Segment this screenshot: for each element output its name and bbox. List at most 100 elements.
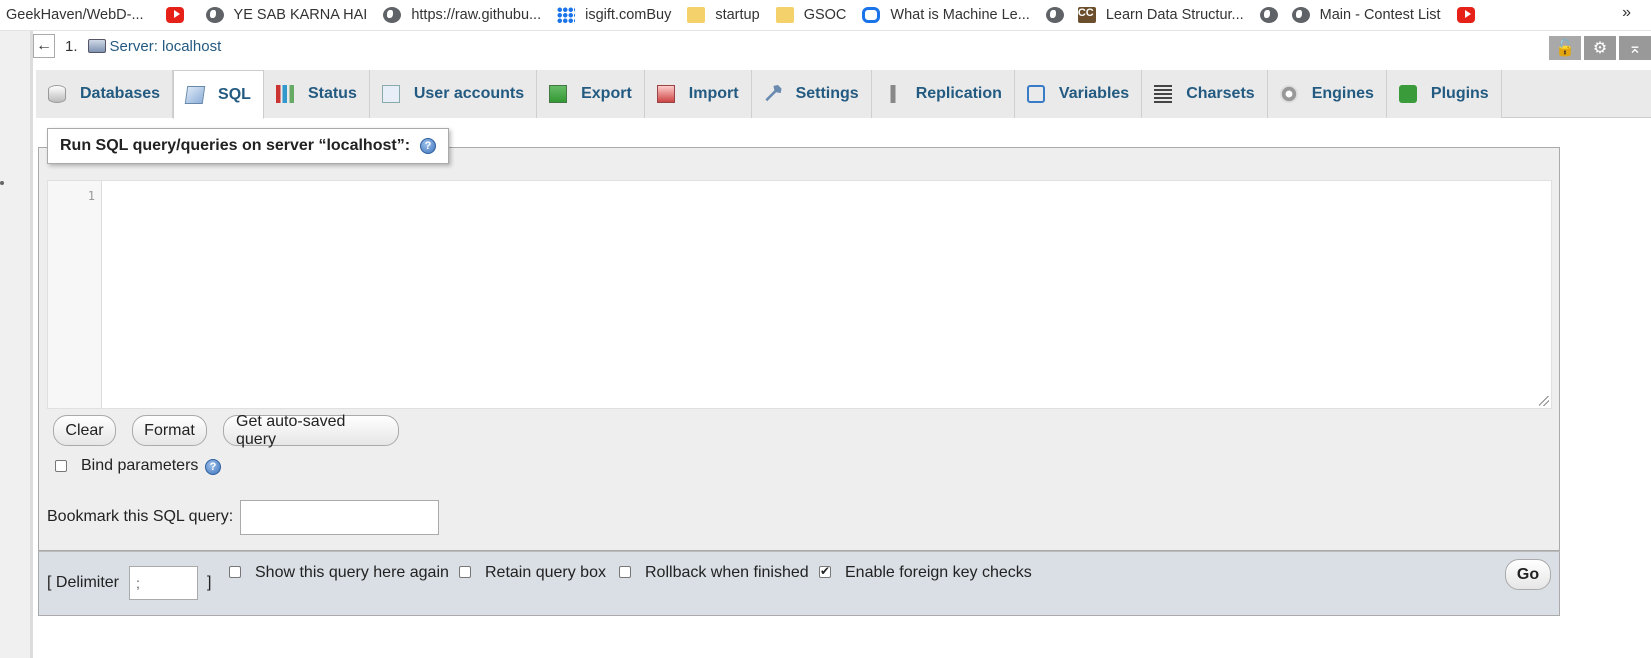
- foreign-key-checks-label[interactable]: Enable foreign key checks: [845, 564, 1032, 582]
- help-icon[interactable]: ?: [420, 138, 437, 154]
- line-number-gutter: 1: [48, 181, 102, 408]
- bookmark-query-input[interactable]: [240, 500, 439, 535]
- grid-icon: [557, 7, 576, 23]
- bookmark-isgift[interactable]: isgift.comBuy: [557, 7, 671, 23]
- bookmark-label: isgift.comBuy: [585, 7, 672, 23]
- delimiter-input[interactable]: [129, 566, 198, 600]
- tab-databases[interactable]: Databases: [36, 70, 174, 118]
- bookmarks-bar: GeekHaven/WebD-... YE SAB KARNA HAI http…: [0, 0, 1651, 31]
- clear-button[interactable]: Clear: [53, 415, 116, 446]
- server-icon: [87, 39, 106, 53]
- bookmark-gsoc[interactable]: GSOC: [775, 7, 847, 23]
- bookmark-label: GSOC: [803, 7, 847, 23]
- bookmark-label: YE SAB KARNA HAI: [233, 7, 368, 23]
- lock-icon[interactable]: 🔓: [1549, 36, 1581, 60]
- bookmark-contest-list[interactable]: Main - Contest List: [1291, 7, 1441, 23]
- more-bookmarks-chevron[interactable]: »: [1622, 4, 1631, 22]
- collapse-top-icon[interactable]: ⌅: [1619, 36, 1651, 60]
- tab-label: Databases: [80, 85, 161, 102]
- line-number: 1: [87, 189, 95, 203]
- tab-label: User accounts: [413, 85, 525, 102]
- bookmark-machine-learning[interactable]: What is Machine Le...: [862, 7, 1030, 23]
- breadcrumb-number: 1.: [65, 37, 78, 55]
- tab-label: Engines: [1311, 85, 1374, 102]
- go-button[interactable]: Go: [1505, 559, 1551, 590]
- youtube-icon: [165, 7, 184, 23]
- bookmark-globe-2[interactable]: [1259, 7, 1278, 23]
- tab-charsets[interactable]: Charsets: [1142, 70, 1268, 118]
- resize-handle-icon[interactable]: [1539, 396, 1549, 406]
- bookmark-learn-data-structures[interactable]: CC Learn Data Structur...: [1077, 7, 1244, 23]
- tab-export[interactable]: Export: [537, 70, 645, 118]
- query-fieldset-legend: Run SQL query/queries on server “localho…: [47, 128, 450, 164]
- users-icon: [381, 85, 400, 103]
- tab-label: SQL: [218, 85, 251, 103]
- server-link[interactable]: Server: localhost: [110, 38, 222, 55]
- bookmark-youtube-2[interactable]: [1456, 7, 1485, 23]
- bookmark-query-label: Bookmark this SQL query:: [47, 508, 234, 525]
- folder-icon: [775, 7, 794, 23]
- show-query-again-checkbox[interactable]: [229, 566, 241, 578]
- query-footer-bar: [38, 551, 1560, 616]
- database-icon: [48, 85, 66, 103]
- retain-query-box-checkbox[interactable]: [459, 566, 471, 578]
- tab-settings[interactable]: Settings: [751, 70, 872, 118]
- bookmark-label: What is Machine Le...: [890, 7, 1030, 23]
- plugin-icon: [1398, 85, 1417, 103]
- tab-plugins[interactable]: Plugins: [1386, 70, 1502, 118]
- bookmark-geekhaven[interactable]: GeekHaven/WebD-...: [6, 7, 144, 23]
- tab-replication[interactable]: Replication: [871, 70, 1015, 118]
- wrench-icon: [765, 85, 782, 102]
- rollback-label[interactable]: Rollback when finished: [645, 564, 809, 582]
- bookmark-label: GeekHaven/WebD-...: [6, 7, 144, 23]
- help-icon[interactable]: ?: [205, 459, 221, 475]
- delimiter-label-close: ]: [207, 574, 212, 591]
- tab-label: Status: [307, 85, 357, 102]
- globe-icon: [1291, 7, 1310, 23]
- tab-label: Settings: [795, 85, 859, 102]
- bookmark-raw-githubusercontent[interactable]: https://raw.githubu...: [383, 7, 541, 23]
- infinity-icon: [862, 7, 881, 23]
- globe-icon: [383, 7, 402, 23]
- query-title: Run SQL query/queries on server “localho…: [60, 137, 411, 154]
- server-tabs: Databases SQL Status User accounts Expor…: [36, 70, 1651, 119]
- show-query-again-label[interactable]: Show this query here again: [255, 564, 449, 582]
- tab-label: Variables: [1058, 85, 1130, 102]
- globe-icon: [205, 7, 224, 23]
- navigation-panel-edge: [0, 31, 33, 658]
- charsets-icon: [1154, 85, 1173, 103]
- collapse-dot[interactable]: [0, 181, 4, 185]
- foreign-key-checks-checkbox[interactable]: [819, 564, 831, 578]
- globe-icon: [1259, 7, 1278, 23]
- engines-icon: [1279, 85, 1298, 103]
- format-button[interactable]: Format: [132, 415, 207, 446]
- tab-label: Plugins: [1430, 85, 1489, 102]
- retain-query-box-label[interactable]: Retain query box: [485, 564, 606, 582]
- export-icon: [549, 85, 568, 103]
- tab-status[interactable]: Status: [263, 70, 370, 118]
- tab-label: Import: [688, 85, 739, 102]
- replication-icon: [883, 85, 902, 103]
- tab-import[interactable]: Import: [644, 70, 752, 118]
- bookmark-ye-sab-karna-hai[interactable]: YE SAB KARNA HAI: [205, 7, 368, 23]
- bookmark-youtube[interactable]: [165, 7, 194, 23]
- tab-variables[interactable]: Variables: [1014, 70, 1143, 118]
- tab-label: Export: [581, 85, 632, 102]
- tab-sql[interactable]: SQL: [173, 70, 264, 119]
- folder-icon: [687, 7, 706, 23]
- tab-user-accounts[interactable]: User accounts: [369, 70, 538, 118]
- get-auto-saved-query-button[interactable]: Get auto-saved query: [223, 413, 399, 448]
- bookmark-startup[interactable]: startup: [687, 7, 760, 23]
- status-icon: [275, 85, 294, 103]
- tab-engines[interactable]: Engines: [1267, 70, 1387, 118]
- variables-icon: [1026, 85, 1045, 103]
- bind-parameters-label[interactable]: Bind parameters: [81, 457, 198, 475]
- gear-icon[interactable]: ⚙: [1584, 36, 1616, 60]
- back-arrow-button[interactable]: ←: [33, 34, 55, 58]
- sql-editor[interactable]: 1: [47, 180, 1552, 409]
- bind-parameters-checkbox[interactable]: [55, 460, 67, 472]
- bookmark-label: startup: [715, 7, 760, 23]
- cc-icon: CC: [1077, 7, 1096, 23]
- bookmark-globe[interactable]: [1045, 7, 1064, 23]
- rollback-checkbox[interactable]: [619, 566, 631, 578]
